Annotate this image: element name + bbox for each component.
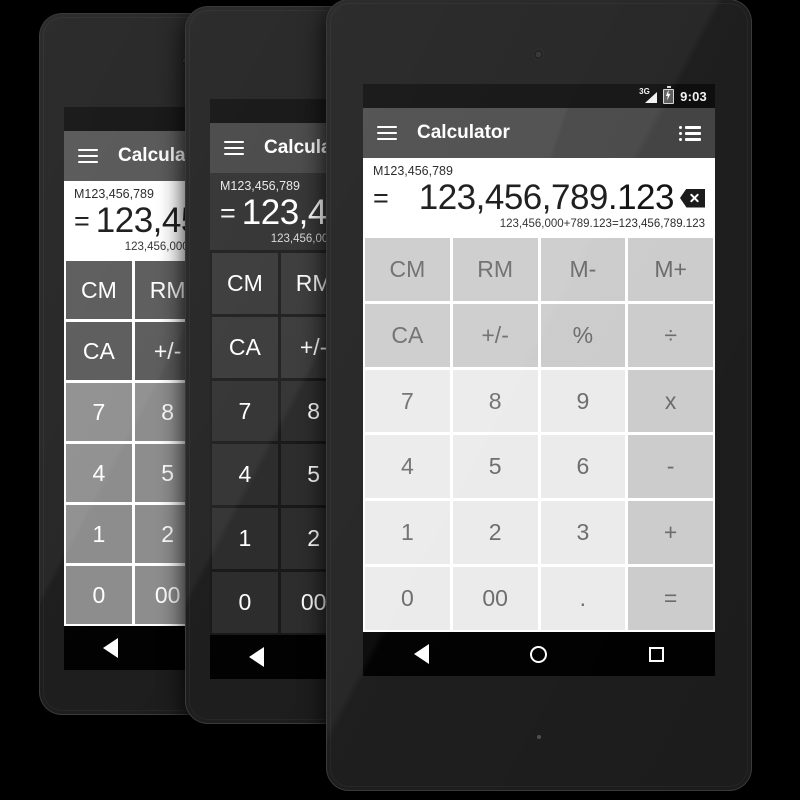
nav-back-button[interactable] (394, 632, 450, 676)
nav-back-button[interactable] (82, 626, 138, 670)
home-circle-icon (530, 645, 548, 663)
key-CA[interactable]: CA (66, 322, 132, 380)
notification-led (537, 735, 541, 739)
key-9[interactable]: 9 (540, 369, 626, 433)
tablet-screen-front: 3G 9:03 Calculator M123,456,789 = 123,45… (363, 84, 715, 676)
key-7[interactable]: 7 (66, 383, 132, 441)
battery-charging-icon (663, 85, 675, 104)
key-divide[interactable]: ÷ (628, 303, 713, 367)
front-camera-icon (534, 50, 543, 59)
status-bar-time: 9:03 (680, 88, 707, 104)
nav-back-button[interactable] (228, 635, 284, 679)
key-plus[interactable]: + (628, 501, 713, 565)
calculator-keypad: CMRMM-M+ CA+/-%÷ 789x 456- 123+000.= (363, 235, 715, 632)
key-1[interactable]: 1 (212, 508, 278, 570)
app-title: Calculator (417, 122, 510, 143)
key-8[interactable]: 8 (452, 369, 538, 433)
key-percent[interactable]: % (540, 303, 626, 367)
hamburger-menu-icon[interactable] (78, 149, 98, 163)
key-0[interactable]: 0 (66, 566, 132, 624)
recents-square-icon (648, 646, 664, 662)
back-triangle-icon (102, 638, 118, 658)
key-4[interactable]: 4 (212, 444, 278, 506)
calculator-display: M123,456,789 = 123,456,789.123 123,456,0… (363, 158, 715, 235)
key-7[interactable]: 7 (365, 369, 450, 433)
equals-prefix: = (74, 205, 90, 236)
key-6[interactable]: 6 (540, 435, 626, 499)
back-triangle-icon (248, 647, 264, 667)
backspace-icon[interactable] (680, 188, 705, 208)
hamburger-menu-icon[interactable] (377, 126, 397, 140)
key-Mplus[interactable]: M+ (628, 238, 713, 301)
key-1[interactable]: 1 (365, 501, 450, 565)
key-decimal[interactable]: . (540, 567, 626, 630)
key-3[interactable]: 3 (540, 501, 626, 565)
key-CM[interactable]: CM (66, 261, 132, 319)
key-CM[interactable]: CM (365, 238, 450, 301)
key-7[interactable]: 7 (212, 380, 278, 442)
key-CA[interactable]: CA (365, 303, 450, 367)
key-00[interactable]: 00 (452, 567, 538, 630)
status-bar: 3G 9:03 (363, 84, 715, 108)
back-triangle-icon (414, 644, 430, 664)
key-multiply[interactable]: x (628, 369, 713, 433)
key-5[interactable]: 5 (452, 435, 538, 499)
key-RM[interactable]: RM (452, 238, 538, 301)
key-CM[interactable]: CM (212, 253, 278, 314)
equals-prefix: = (220, 197, 236, 228)
key-4[interactable]: 4 (66, 444, 132, 502)
formula-line: 123,456,000+789.123=123,456,789.123 (499, 218, 705, 230)
key-equals[interactable]: = (628, 567, 713, 630)
android-nav-bar (363, 632, 715, 676)
app-bar: Calculator (363, 108, 715, 158)
equals-prefix: = (373, 182, 389, 213)
key-CA[interactable]: CA (212, 316, 278, 378)
nav-home-button[interactable] (511, 632, 567, 676)
key-Mminus[interactable]: M- (540, 238, 626, 301)
key-0[interactable]: 0 (212, 572, 278, 633)
scene-background: 3G 9:03 Calculator (0, 0, 800, 800)
key-plusminusminus[interactable]: +/- (452, 303, 538, 367)
display-value: 123,456,789.123 (418, 178, 674, 217)
key-2[interactable]: 2 (452, 501, 538, 565)
key-minus[interactable]: - (628, 435, 713, 499)
key-4[interactable]: 4 (365, 435, 450, 499)
hamburger-menu-icon[interactable] (224, 141, 244, 155)
key-1[interactable]: 1 (66, 505, 132, 563)
nav-recents-button[interactable] (628, 632, 684, 676)
key-0[interactable]: 0 (365, 567, 450, 630)
tablet-device-front: 3G 9:03 Calculator M123,456,789 = 123,45… (327, 0, 751, 790)
memory-indicator: M123,456,789 (373, 164, 453, 178)
history-list-icon[interactable] (679, 125, 701, 141)
signal-3g-icon: 3G (639, 87, 658, 103)
